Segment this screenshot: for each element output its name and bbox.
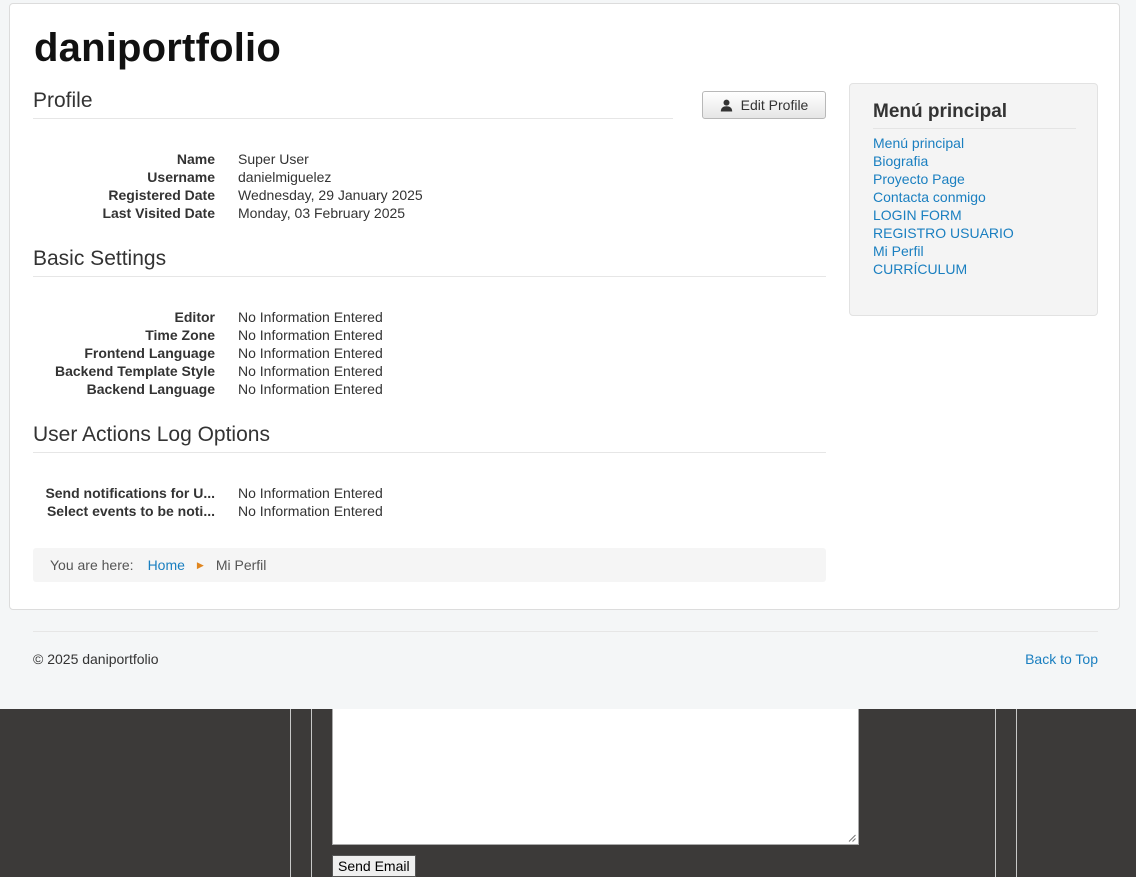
field-value: Super User: [238, 151, 309, 167]
field-value: No Information Entered: [238, 381, 383, 397]
profile-field-registered-date: Registered Date Wednesday, 29 January 202…: [10, 186, 830, 204]
menu-item-contacta-conmigo[interactable]: Contacta conmigo: [873, 189, 986, 205]
field-value: Wednesday, 29 January 2025: [238, 187, 423, 203]
profile-divider: [33, 118, 673, 119]
menu-item-biografia[interactable]: Biografia: [873, 153, 928, 169]
setting-send-notifications: Send notifications for U... No Informatio…: [10, 484, 830, 502]
menu-item-proyecto-page[interactable]: Proyecto Page: [873, 171, 965, 187]
basic-settings-divider: [33, 276, 826, 277]
breadcrumb-label: You are here:: [50, 557, 134, 573]
field-value: No Information Entered: [238, 503, 383, 519]
menu-item-curriculum[interactable]: CURRÍCULUM: [873, 261, 967, 277]
setting-editor: Editor No Information Entered: [10, 308, 830, 326]
menu-item-menu-principal[interactable]: Menú principal: [873, 135, 964, 151]
breadcrumb-home-link[interactable]: Home: [148, 557, 185, 573]
message-textarea[interactable]: [332, 709, 859, 845]
field-value: No Information Entered: [238, 345, 383, 361]
field-label: Last Visited Date: [102, 205, 215, 221]
sidebar-divider: [873, 128, 1076, 129]
footer-copyright: © 2025 daniportfolio: [33, 651, 159, 667]
user-icon: [720, 99, 733, 112]
user-actions-divider: [33, 452, 826, 453]
field-value: No Information Entered: [238, 363, 383, 379]
back-to-top-link[interactable]: Back to Top: [1025, 651, 1098, 667]
field-label: Username: [147, 169, 215, 185]
edit-profile-button[interactable]: Edit Profile: [702, 91, 826, 119]
site-title[interactable]: daniportfolio: [34, 26, 281, 71]
column-divider: [290, 709, 291, 877]
field-value: No Information Entered: [238, 327, 383, 343]
field-label: Editor: [174, 309, 215, 325]
contact-form-area: Send Email: [0, 709, 1136, 877]
user-actions-fields: Send notifications for U... No Informatio…: [10, 484, 830, 520]
main-card: daniportfolio Profile Edit Profile Name S…: [9, 3, 1120, 610]
setting-frontend-language: Frontend Language No Information Entered: [10, 344, 830, 362]
sidebar-menu: Menú principal Menú principal Biografia …: [849, 83, 1098, 316]
profile-heading: Profile: [33, 89, 93, 112]
footer-divider: [33, 631, 1098, 632]
field-value: No Information Entered: [238, 309, 383, 325]
user-actions-heading: User Actions Log Options: [33, 423, 270, 446]
sidebar-menu-list: Menú principal Biografia Proyecto Page C…: [873, 134, 1014, 278]
field-label: Send notifications for U...: [45, 485, 215, 501]
field-label: Name: [176, 151, 215, 167]
basic-settings-fields: Editor No Information Entered Time Zone No…: [10, 308, 830, 398]
field-value: danielmiguelez: [238, 169, 332, 185]
menu-item-mi-perfil[interactable]: Mi Perfil: [873, 243, 924, 259]
menu-item-registro-usuario[interactable]: REGISTRO USUARIO: [873, 225, 1014, 241]
setting-backend-template-style: Backend Template Style No Information Ent…: [10, 362, 830, 380]
profile-field-name: Name Super User: [10, 150, 830, 168]
column-divider: [995, 709, 996, 877]
edit-profile-label: Edit Profile: [740, 97, 809, 113]
profile-field-username: Username danielmiguelez: [10, 168, 830, 186]
field-label: Backend Template Style: [54, 363, 215, 379]
sidebar-title: Menú principal: [873, 101, 1008, 122]
setting-select-events: Select events to be noti... No Informatio…: [10, 502, 830, 520]
breadcrumb-current: Mi Perfil: [215, 557, 267, 573]
setting-backend-language: Backend Language No Information Entered: [10, 380, 830, 398]
profile-fields: Name Super User Username danielmiguelez Re…: [10, 150, 830, 222]
setting-time-zone: Time Zone No Information Entered: [10, 326, 830, 344]
field-label: Select events to be noti...: [46, 503, 215, 519]
basic-settings-heading: Basic Settings: [33, 247, 167, 270]
send-email-button[interactable]: Send Email: [332, 855, 416, 877]
column-divider: [1016, 709, 1017, 877]
profile-field-last-visited-date: Last Visited Date Monday, 03 February 202…: [10, 204, 830, 222]
field-value: No Information Entered: [238, 485, 383, 501]
chevron-right-icon: ▶: [196, 559, 204, 570]
menu-item-login-form[interactable]: LOGIN FORM: [873, 207, 962, 223]
field-label: Registered Date: [108, 187, 215, 203]
field-label: Time Zone: [145, 327, 215, 343]
field-value: Monday, 03 February 2025: [238, 205, 406, 221]
field-label: Frontend Language: [84, 345, 215, 361]
breadcrumb: You are here: Home ▶ Mi Perfil: [33, 548, 826, 582]
field-label: Backend Language: [86, 381, 215, 397]
column-divider: [311, 709, 312, 877]
resize-grip-icon[interactable]: [848, 834, 856, 842]
